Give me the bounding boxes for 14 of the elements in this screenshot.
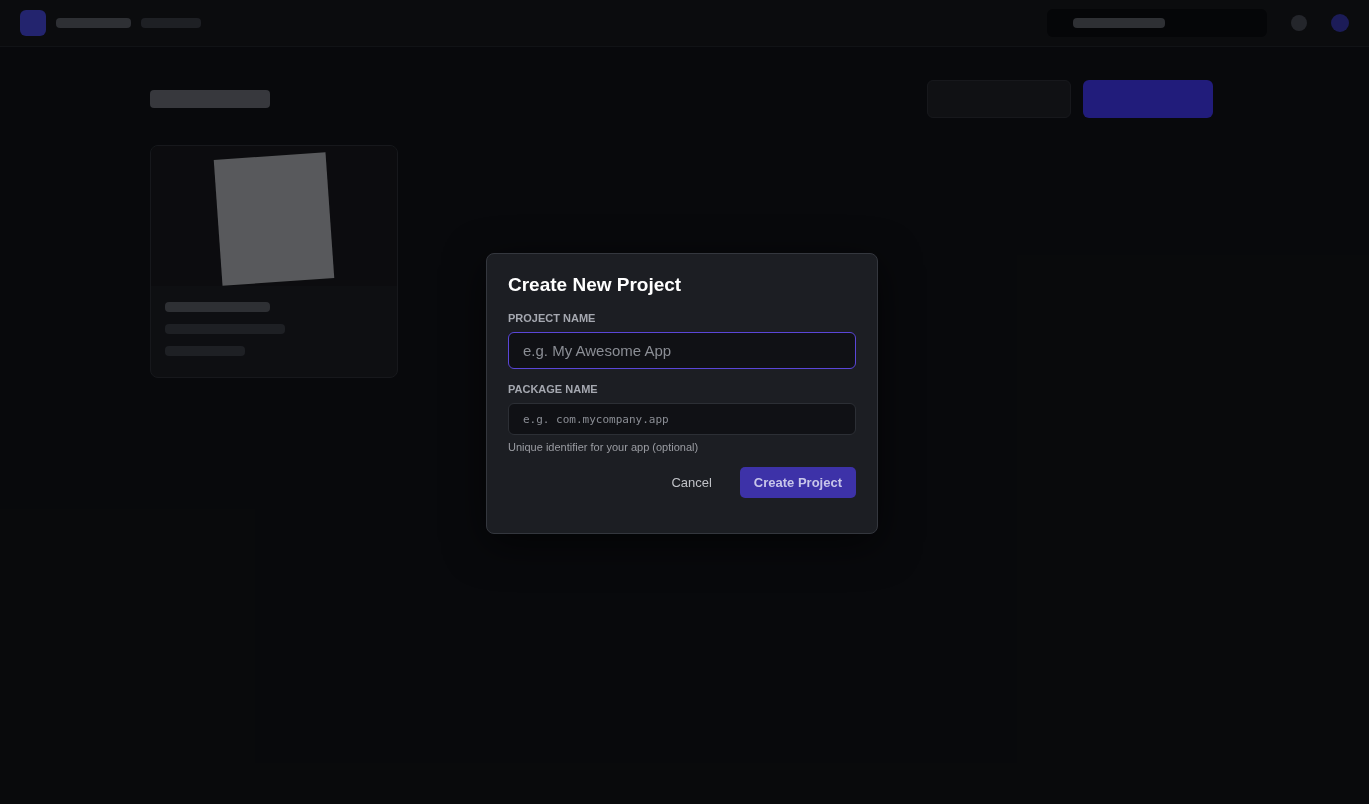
dialog-button[interactable]: Cancel <box>657 467 726 498</box>
dialog-button[interactable]: Create Project <box>739 467 856 498</box>
input-field[interactable]: e.g. My Awesome App <box>508 332 856 369</box>
blurred-button[interactable] <box>1083 80 1213 118</box>
logo-icon <box>20 10 46 36</box>
search-field[interactable] <box>1047 9 1267 37</box>
input-field[interactable]: e.g. com.mycompany.app <box>508 403 856 435</box>
field-label: PACKAGE NAME <box>508 383 599 395</box>
dialog-title: Create New Project <box>508 274 683 296</box>
avatar-icon[interactable] <box>1331 14 1349 32</box>
field-label: PROJECT NAME <box>508 312 597 324</box>
project-card[interactable] <box>150 145 398 378</box>
field-hint: Unique identifier for your app (optional) <box>508 441 700 453</box>
settings-icon[interactable] <box>1291 15 1307 31</box>
